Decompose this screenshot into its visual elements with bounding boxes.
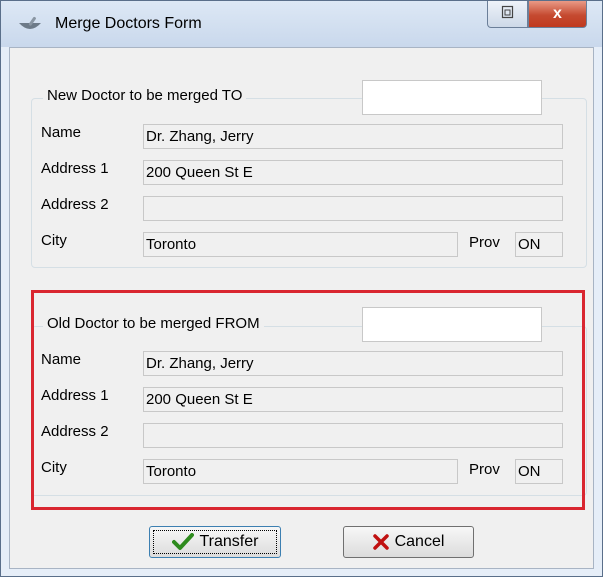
transfer-label: Transfer xyxy=(199,533,259,550)
mortar-pestle-icon xyxy=(17,15,43,35)
new-doctor-search-input[interactable] xyxy=(362,80,542,115)
cancel-label: Cancel xyxy=(394,533,445,550)
new-prov-field: ON xyxy=(515,232,563,257)
new-city-label: City xyxy=(41,232,67,249)
new-name-label: Name xyxy=(41,124,82,141)
new-doctor-legend: New Doctor to be merged TO xyxy=(43,87,247,104)
new-address1-field: 200 Queen St E xyxy=(143,160,563,185)
restore-button[interactable] xyxy=(487,1,528,28)
close-icon: x xyxy=(553,5,562,22)
x-icon xyxy=(372,534,389,550)
merge-doctors-window: Merge Doctors Form x New Doctor to be me… xyxy=(0,0,603,577)
cancel-button[interactable]: Cancel xyxy=(343,526,474,558)
checkmark-icon xyxy=(171,533,194,551)
new-city-field: Toronto xyxy=(143,232,458,257)
new-address2-label: Address 2 xyxy=(41,196,109,213)
close-button[interactable]: x xyxy=(528,1,587,28)
new-name-field: Dr. Zhang, Jerry xyxy=(143,124,563,149)
highlight-box xyxy=(31,290,585,510)
window-title: Merge Doctors Form xyxy=(55,15,202,32)
transfer-button[interactable]: Transfer xyxy=(149,526,281,558)
restore-icon xyxy=(501,5,515,24)
new-prov-label: Prov xyxy=(469,234,500,251)
new-address2-field xyxy=(143,196,563,221)
form-body: New Doctor to be merged TO Name Dr. Zhan… xyxy=(9,47,594,569)
new-address1-label: Address 1 xyxy=(41,160,109,177)
title-bar: Merge Doctors Form x xyxy=(1,1,602,47)
